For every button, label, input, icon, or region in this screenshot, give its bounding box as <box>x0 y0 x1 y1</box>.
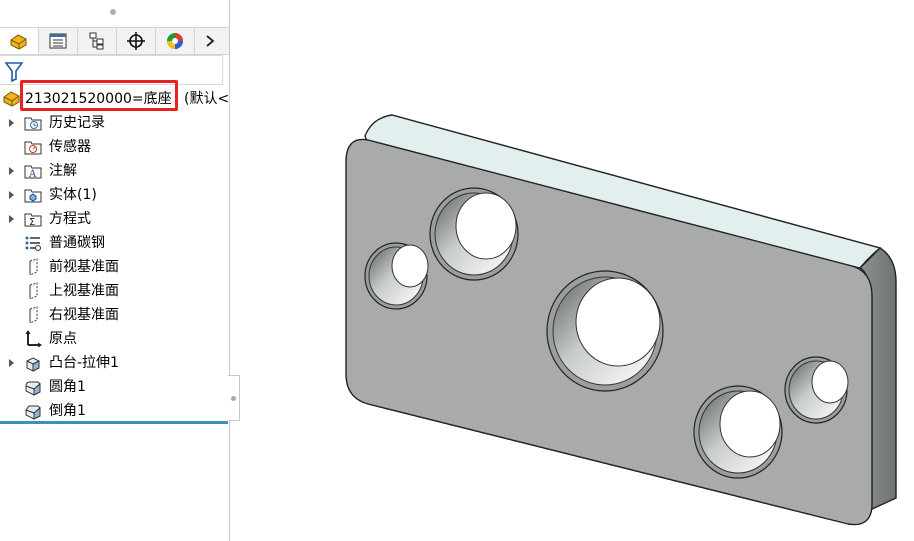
dimxpert-icon <box>127 32 145 50</box>
part-3d-model[interactable] <box>345 114 897 526</box>
expand-arrow-icon[interactable] <box>9 167 14 175</box>
hole-small-left <box>364 242 429 310</box>
tree-item-equations[interactable]: Σ 方程式 <box>0 207 229 231</box>
expand-arrow-icon[interactable] <box>9 215 14 223</box>
hole-center <box>546 270 664 392</box>
filter-icon[interactable] <box>5 62 23 82</box>
chamfer-icon <box>25 405 41 420</box>
tree-item-origin[interactable]: 原点 <box>0 327 229 351</box>
tree-item-history[interactable]: 历史记录 <box>0 111 229 135</box>
rollback-bar[interactable] <box>0 421 228 424</box>
feature-manager-icon <box>10 34 27 50</box>
highlight-box <box>20 80 178 111</box>
material-icon <box>25 236 41 251</box>
chevron-right-icon <box>206 35 215 47</box>
svg-text:Σ: Σ <box>29 217 35 228</box>
tree-item-label: 实体(1) <box>49 187 97 203</box>
tree-item-label: 倒角1 <box>49 403 86 419</box>
tree-item-material[interactable]: 普通碳钢 <box>0 231 229 255</box>
tree-item-label: 前视基准面 <box>49 259 119 275</box>
boss-extrude-icon <box>26 357 40 372</box>
tree-item-sensors[interactable]: 传感器 <box>0 135 229 159</box>
tree-item-label: 原点 <box>49 331 77 347</box>
tree-item-label: 注解 <box>49 163 77 179</box>
display-manager-icon <box>167 33 183 49</box>
tab-dimxpert[interactable] <box>117 28 156 54</box>
manager-tabs <box>0 27 229 55</box>
tree-item-label: 右视基准面 <box>49 307 119 323</box>
plane-icon <box>29 306 38 324</box>
configuration-manager-icon <box>89 32 104 50</box>
panel-collapse-handle[interactable] <box>228 375 240 421</box>
equations-icon: Σ <box>24 213 42 228</box>
tree-item-right-plane[interactable]: 右视基准面 <box>0 303 229 327</box>
tree-item-label: 普通碳钢 <box>49 235 105 251</box>
solid-bodies-icon <box>24 189 42 203</box>
annotation-icon: A <box>24 165 42 180</box>
tree-item-label: 方程式 <box>49 211 91 227</box>
history-folder-icon <box>24 117 42 131</box>
tree-item-solid-bodies[interactable]: 实体(1) <box>0 183 229 207</box>
tree-item-front-plane[interactable]: 前视基准面 <box>0 255 229 279</box>
tab-display-manager[interactable] <box>156 28 195 54</box>
tree-item-label: 圆角1 <box>49 379 86 395</box>
hole-upper-left <box>429 187 519 281</box>
expand-arrow-icon[interactable] <box>9 359 14 367</box>
panel-grip[interactable] <box>110 9 116 15</box>
tab-more-button[interactable] <box>195 28 225 54</box>
tree-item-label: 凸台-拉伸1 <box>49 355 119 371</box>
part-icon <box>3 91 20 107</box>
tree-item-top-plane[interactable]: 上视基准面 <box>0 279 229 303</box>
graphics-viewport[interactable] <box>240 0 914 541</box>
tab-feature-manager[interactable] <box>0 28 39 54</box>
plane-icon <box>29 258 38 276</box>
tree-item-chamfer[interactable]: 倒角1 <box>0 399 229 423</box>
tree-item-label: 传感器 <box>49 139 91 155</box>
hole-small-right <box>784 356 849 424</box>
tree-item-annotations[interactable]: A 注解 <box>0 159 229 183</box>
svg-text:A: A <box>28 169 37 180</box>
tree-item-label: 上视基准面 <box>49 283 119 299</box>
sensor-icon <box>24 141 42 155</box>
tree-item-boss-extrude[interactable]: 凸台-拉伸1 <box>0 351 229 375</box>
part-config-label: (默认< <box>184 91 229 107</box>
property-manager-icon <box>49 33 67 49</box>
feature-manager-panel: 213021520000=底座 (默认< 历史记录 传感器 A 注解 实体(1)… <box>0 0 230 541</box>
tree-item-label: 历史记录 <box>49 115 105 131</box>
origin-icon <box>25 330 42 348</box>
tab-property-manager[interactable] <box>39 28 78 54</box>
fillet-icon <box>25 381 41 396</box>
hole-lower-right <box>693 385 783 479</box>
tree-item-fillet[interactable]: 圆角1 <box>0 375 229 399</box>
expand-arrow-icon[interactable] <box>9 191 14 199</box>
expand-arrow-icon[interactable] <box>9 119 14 127</box>
plane-icon <box>29 282 38 300</box>
tab-configuration-manager[interactable] <box>78 28 117 54</box>
